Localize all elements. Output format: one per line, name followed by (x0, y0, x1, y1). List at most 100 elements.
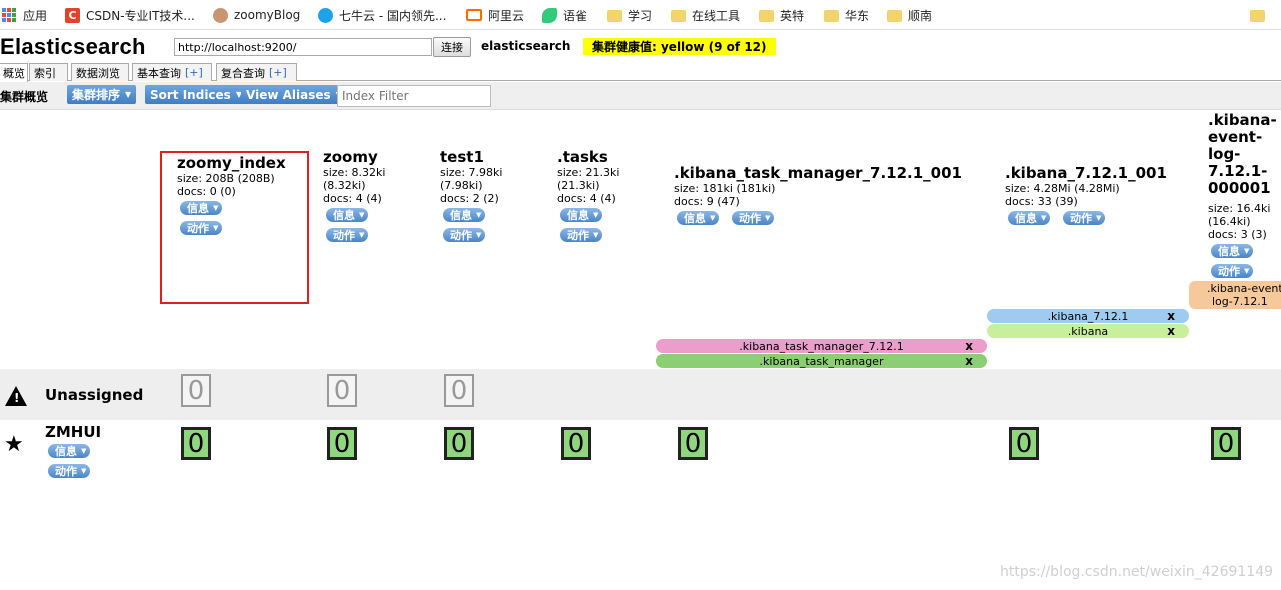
caret-down-icon: ▼ (1244, 247, 1250, 255)
info-button[interactable]: 信息 ▼ (443, 208, 486, 222)
tab-overview[interactable]: 概览 (0, 63, 28, 82)
bookmark-label: 在线工具 (692, 8, 741, 23)
bookmark-label: CSDN-专业IT技术... (86, 8, 195, 23)
alias-kibana-task-manager[interactable]: .kibana_task_manager x (656, 354, 987, 368)
info-button[interactable]: 信息 ▼ (180, 201, 223, 215)
aliyun-icon (466, 9, 482, 21)
csdn-icon: C (65, 7, 80, 23)
index-docs: docs: 3 (3) (1208, 228, 1267, 241)
caret-down-icon: ▼ (81, 467, 87, 475)
info-button[interactable]: 信息 ▼ (326, 208, 369, 222)
action-button[interactable]: 动作 ▼ (180, 221, 223, 235)
primary-shard[interactable]: 0 (181, 427, 211, 460)
index-name: zoomy (323, 148, 378, 166)
bookmark-csdn[interactable]: C CSDN-专业IT技术... (65, 6, 195, 24)
primary-shard[interactable]: 0 (1211, 427, 1241, 460)
close-icon[interactable]: x (1167, 309, 1175, 323)
index-name-line: event- (1208, 128, 1263, 146)
action-button[interactable]: 动作 ▼ (1211, 264, 1254, 278)
bookmark-folder-study[interactable]: 学习 (607, 6, 652, 24)
connect-button[interactable]: 连接 (433, 37, 471, 57)
action-button[interactable]: 动作 ▼ (560, 228, 603, 242)
index-name-line: .kibana- (1208, 111, 1277, 129)
index-size: size: 16.4ki (1208, 202, 1271, 215)
tab-label: 索引 (34, 66, 56, 80)
primary-shard[interactable]: 0 (1009, 427, 1039, 460)
cluster-health-badge: 集群健康值: yellow (9 of 12) (583, 38, 776, 55)
tab-basic-query[interactable]: 基本查询 [+] (132, 63, 212, 81)
alias-kibana-7-12-1[interactable]: .kibana_7.12.1 x (987, 309, 1189, 323)
unassigned-shard[interactable]: 0 (181, 374, 211, 407)
action-button[interactable]: 动作 ▼ (732, 211, 775, 225)
close-icon[interactable]: x (1167, 324, 1175, 338)
bookmark-yuque[interactable]: 语雀 (542, 6, 587, 24)
bookmark-qiniu[interactable]: 七牛云 - 国内领先... (318, 6, 446, 24)
info-button[interactable]: 信息 ▼ (1008, 211, 1051, 225)
index-filter-input[interactable] (337, 85, 491, 107)
action-button[interactable]: 动作 ▼ (443, 228, 486, 242)
index-name: .kibana- event- log- 7.12.1- 000001 (1208, 112, 1277, 197)
index-size: size: 7.98ki (440, 166, 503, 179)
bookmark-folder-east[interactable]: 华东 (824, 6, 869, 24)
close-icon[interactable]: x (965, 339, 973, 353)
info-button[interactable]: 信息 ▼ (560, 208, 603, 222)
bookmark-folder-shunnan[interactable]: 顺南 (887, 6, 932, 24)
bookmark-apps[interactable]: 应用 (2, 6, 47, 24)
tab-compound-query[interactable]: 复合查询 [+] (216, 63, 297, 81)
bookmark-folder-more[interactable] (1250, 6, 1271, 24)
index-size: size: 181ki (181ki) (674, 182, 776, 195)
bookmark-folder-tools[interactable]: 在线工具 (671, 6, 740, 24)
caret-down-icon: ▼ (213, 204, 219, 212)
pill-label: 信息 (450, 209, 472, 222)
button-label: Sort Indices (150, 87, 231, 102)
action-button[interactable]: 动作 ▼ (1063, 211, 1106, 225)
caret-down-icon: ▼ (213, 224, 219, 232)
folder-icon (1250, 9, 1265, 22)
unassigned-shard[interactable]: 0 (327, 374, 357, 407)
bookmark-label: 七牛云 - 国内领先... (339, 8, 447, 23)
alias-label: .kibana_task_manager_7.12.1 (739, 339, 904, 353)
pill-label: 动作 (1070, 212, 1092, 225)
alias-kibana-event-log[interactable]: .kibana-event- log-7.12.1 (1189, 281, 1281, 309)
bookmark-aliyun[interactable]: 阿里云 (466, 6, 524, 24)
sort-cluster-button[interactable]: 集群排序 ▼ (67, 85, 137, 104)
sort-indices-button[interactable]: Sort Indices ▼ (145, 85, 247, 104)
index-name: .kibana_7.12.1_001 (1005, 164, 1167, 182)
folder-icon (824, 9, 839, 22)
alias-kibana[interactable]: .kibana x (987, 324, 1189, 338)
pill-label: 动作 (333, 229, 355, 242)
view-aliases-button[interactable]: View Aliases▼ (241, 85, 347, 104)
info-button[interactable]: 信息 ▼ (677, 211, 720, 225)
bookmark-folder-intel[interactable]: 英特 (759, 6, 804, 24)
primary-shard[interactable]: 0 (327, 427, 357, 460)
index-docs: docs: 0 (0) (177, 185, 236, 198)
close-icon[interactable]: x (965, 354, 973, 368)
app-title: Elasticsearch (0, 34, 146, 59)
index-name: zoomy_index (177, 154, 286, 172)
primary-shard[interactable]: 0 (678, 427, 708, 460)
cluster-url-input[interactable] (174, 38, 432, 56)
tab-indices[interactable]: 索引 (29, 63, 68, 81)
node-info-button[interactable]: 信息 ▼ (48, 444, 91, 458)
info-button[interactable]: 信息 ▼ (1211, 244, 1254, 258)
caret-down-icon: ▼ (81, 447, 87, 455)
index-size-total: (21.3ki) (557, 179, 600, 192)
primary-shard[interactable]: 0 (444, 427, 474, 460)
tab-plus: [+] (269, 66, 287, 79)
pill-label: 信息 (684, 212, 706, 225)
action-button[interactable]: 动作 ▼ (326, 228, 369, 242)
pill-label: 信息 (567, 209, 589, 222)
alias-label: .kibana_7.12.1 (1047, 309, 1129, 323)
tab-label: 基本查询 (137, 66, 181, 80)
tab-browser[interactable]: 数据浏览 (71, 63, 129, 81)
node-action-button[interactable]: 动作 ▼ (48, 464, 91, 478)
pill-label: 动作 (450, 229, 472, 242)
index-size: size: 4.28Mi (4.28Mi) (1005, 182, 1120, 195)
bookmarks-bar: 应用 C CSDN-专业IT技术... zoomyBlog 七牛云 - 国内领先… (0, 0, 1281, 30)
primary-shard[interactable]: 0 (561, 427, 591, 460)
index-docs: docs: 2 (2) (440, 192, 499, 205)
unassigned-shard[interactable]: 0 (444, 374, 474, 407)
avatar-icon (213, 7, 228, 23)
bookmark-zoomyblog[interactable]: zoomyBlog (213, 6, 300, 24)
alias-kibana-task-manager-7-12-1[interactable]: .kibana_task_manager_7.12.1 x (656, 339, 987, 353)
